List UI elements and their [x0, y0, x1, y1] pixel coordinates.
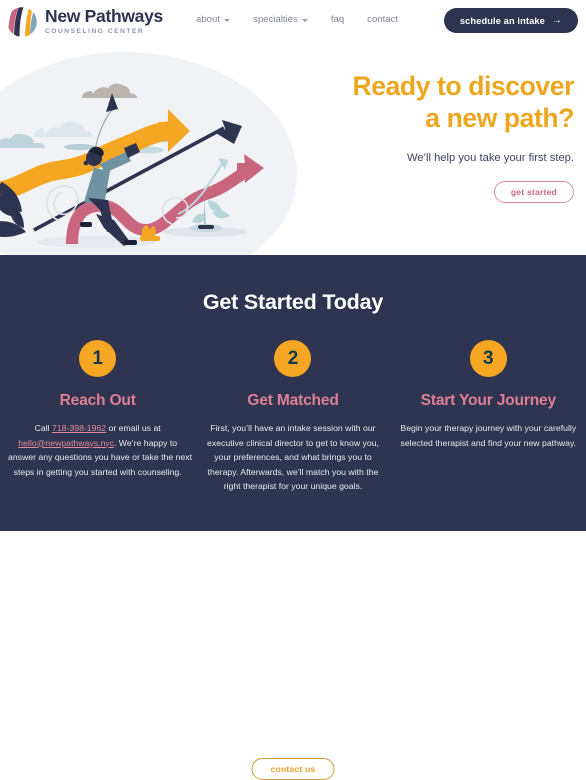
step-text-line: right therapist for your unique goals.	[223, 481, 363, 492]
nav-label-about: about	[196, 14, 221, 25]
main-navigation: about specialties faq contact	[196, 14, 398, 25]
step-number-badge: 2	[274, 340, 312, 377]
nav-label-contact: contact	[367, 14, 399, 25]
new-pathways-logo-icon	[6, 5, 38, 39]
phone-link[interactable]: 718-398-1962	[52, 423, 106, 433]
step-text-line: your preferences, and what brings you to	[214, 452, 372, 463]
site-header: New Pathways COUNSELING CENTER about spe…	[0, 0, 586, 46]
step-description: Begin your therapy journey with your car…	[399, 421, 578, 450]
get-started-button[interactable]: get started	[493, 180, 574, 203]
brand-logo[interactable]: New Pathways COUNSELING CENTER	[6, 5, 163, 39]
step-text-line: steps in getting you started with counse…	[13, 466, 182, 477]
get-started-section: Get Started Today 1 Reach Out Call 718-3…	[0, 255, 586, 780]
steps-list: 1 Reach Out Call 718-398-1962 or email u…	[0, 340, 586, 494]
hero-subtext: We’ll help you take your first step.	[406, 151, 574, 164]
nav-item-contact[interactable]: contact	[367, 14, 398, 25]
nav-item-specialties[interactable]: specialties	[253, 14, 308, 25]
step-heading: Start Your Journey	[420, 392, 557, 409]
step-description: First, you’ll have an intake session wit…	[203, 421, 382, 494]
brand-title: New Pathways	[45, 6, 163, 27]
step-description: Call 718-398-1962 or email us at hello@n…	[8, 421, 192, 479]
step-heading: Reach Out	[59, 392, 136, 409]
chevron-down-icon	[301, 19, 308, 22]
step-text-line: answer any questions you have or take th…	[8, 452, 192, 463]
nav-item-faq[interactable]: faq	[331, 14, 344, 25]
nav-label-faq: faq	[330, 14, 345, 25]
hero-heading-line1: Ready to discover	[352, 71, 575, 101]
email-link[interactable]: hello@newpathways.nyc	[18, 438, 114, 448]
page-title: Ready to discover a new path?	[312, 70, 575, 135]
contact-us-button[interactable]: contact us	[251, 758, 335, 780]
step-text-line: selected therapist and find your new pat…	[400, 437, 577, 448]
nav-label-specialties: specialties	[253, 14, 298, 25]
step-text-line: hello@newpathways.nyc. We’re happy to	[18, 437, 178, 448]
hero-heading-line2: a new path?	[425, 103, 574, 134]
step-number-badge: 3	[469, 340, 507, 377]
hero-illustration	[0, 46, 310, 255]
step-text-line: executive clinical director to get to kn…	[207, 437, 379, 448]
step-heading: Get Matched	[247, 392, 339, 409]
brand-subtitle: COUNSELING CENTER	[45, 27, 145, 35]
arrow-right-icon: →	[551, 14, 562, 26]
hero-copy: Ready to discover a new path? We’ll help…	[312, 70, 574, 203]
brand-text: New Pathways COUNSELING CENTER	[45, 8, 163, 35]
step-text-line: Begin your therapy journey with your car…	[400, 423, 577, 433]
nav-item-about[interactable]: about	[196, 14, 231, 25]
step-text-line: Call 718-398-1962 or email us at	[34, 423, 161, 433]
step-start-your-journey: 3 Start Your Journey Begin your therapy …	[391, 340, 586, 494]
step-text-line: First, you’ll have an intake session wit…	[210, 423, 376, 433]
hero-section: Ready to discover a new path? We’ll help…	[0, 46, 586, 255]
schedule-intake-label: schedule an intake	[459, 15, 545, 26]
step-reach-out: 1 Reach Out Call 718-398-1962 or email u…	[0, 340, 195, 494]
schedule-intake-button[interactable]: schedule an intake →	[443, 8, 578, 33]
section-title: Get Started Today	[202, 290, 384, 314]
step-text-line: therapy. Afterwards, we’ll match you wit…	[207, 466, 379, 477]
chevron-down-icon	[224, 19, 231, 22]
step-number-badge: 1	[79, 340, 117, 377]
step-get-matched: 2 Get Matched First, you’ll have an inta…	[195, 340, 390, 494]
